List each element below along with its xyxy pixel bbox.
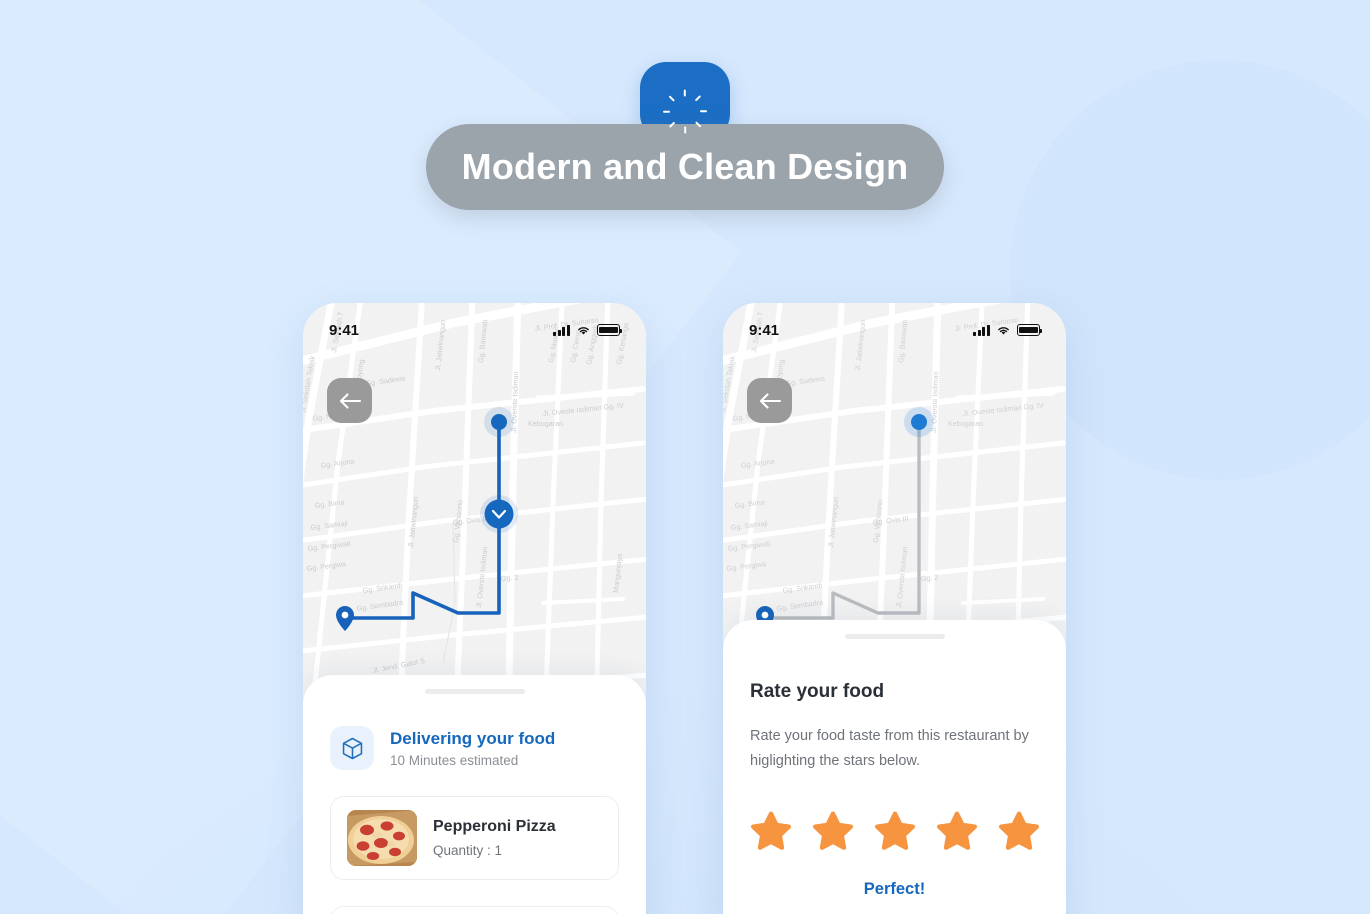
- battery-icon: [597, 324, 623, 336]
- status-time: 9:41: [749, 321, 780, 339]
- banner-title: Modern and Clean Design: [461, 146, 909, 187]
- rating-title: Rate your food: [750, 681, 885, 702]
- phone-mockup-rating: Jl. Prof. Dr. Suharso Jl. Overste Isdima…: [723, 303, 1066, 914]
- star-rating-control[interactable]: [750, 811, 1039, 851]
- svg-text:Gg. 2: Gg. 2: [920, 572, 938, 582]
- rating-bottom-sheet: Rate your food Rate your food taste from…: [723, 620, 1066, 914]
- back-button[interactable]: [327, 378, 372, 423]
- status-time: 9:41: [329, 321, 360, 339]
- phone-mockup-delivery: Jl. Prof. Dr. Suharso Jl. Overste Isdima…: [303, 303, 646, 914]
- delivery-status-title: Delivering your food: [390, 728, 556, 748]
- header-banner: Modern and Clean Design: [0, 62, 1370, 210]
- rating-verdict: Perfect!: [863, 879, 926, 898]
- background-bottom-glow: [0, 654, 1370, 914]
- delivery-bottom-sheet: Delivering your food 10 Minutes estimate…: [303, 675, 646, 914]
- wifi-icon: [578, 326, 589, 335]
- order-item-card-secondary[interactable]: [330, 906, 619, 914]
- arrow-left-icon: [339, 392, 361, 409]
- svg-text:Kebugaran: Kebugaran: [948, 419, 983, 428]
- order-item-name: Pepperoni Pizza: [433, 818, 556, 835]
- order-item-quantity: Quantity : 1: [433, 843, 503, 858]
- order-item-card[interactable]: Pepperoni Pizza Quantity : 1: [330, 796, 619, 880]
- rating-description: Rate your food taste from this restauran…: [750, 728, 1029, 769]
- star-icon[interactable]: [750, 811, 791, 851]
- battery-icon: [1017, 324, 1043, 336]
- star-icon[interactable]: [998, 811, 1039, 851]
- status-bar-rating: 9:41: [723, 315, 1066, 345]
- spinner-icon: [663, 86, 707, 134]
- wifi-icon: [998, 326, 1009, 335]
- svg-text:Kebugaran: Kebugaran: [528, 419, 563, 428]
- delivery-status-row: Delivering your food 10 Minutes estimate…: [303, 694, 646, 770]
- star-icon[interactable]: [936, 811, 977, 851]
- delivery-status-subtitle: 10 Minutes estimated: [390, 753, 519, 769]
- package-box-icon: [330, 726, 374, 770]
- svg-text:Gg. 2: Gg. 2: [500, 572, 518, 582]
- back-button[interactable]: [747, 378, 792, 423]
- pepperoni-pizza-photo: [347, 810, 417, 866]
- signal-icon: [553, 324, 570, 336]
- status-bar-delivery: 9:41: [303, 315, 646, 345]
- signal-icon: [973, 324, 990, 336]
- banner-pill: Modern and Clean Design: [426, 124, 944, 210]
- arrow-left-icon: [759, 392, 781, 409]
- star-icon[interactable]: [874, 811, 915, 851]
- star-icon[interactable]: [812, 811, 853, 851]
